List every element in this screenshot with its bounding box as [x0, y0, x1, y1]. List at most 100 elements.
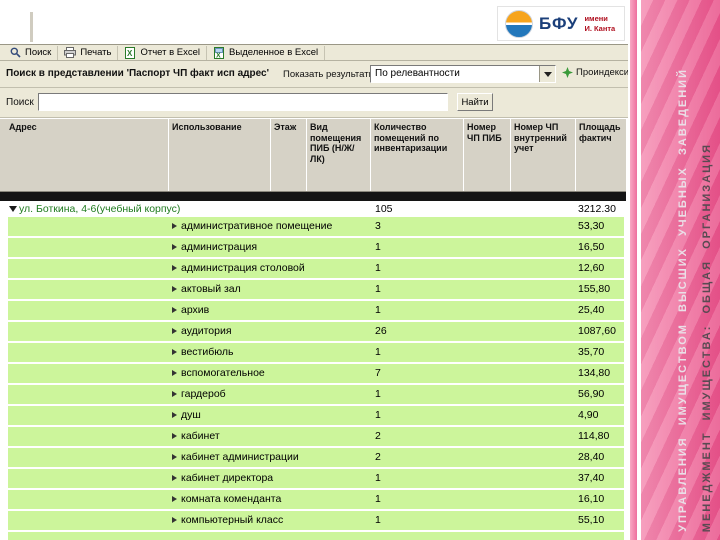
excel-selection-icon: X: [213, 46, 225, 59]
toolbar-search-button[interactable]: Поиск: [3, 45, 59, 60]
svg-text:X: X: [127, 49, 133, 58]
row-usage[interactable]: комната коменданта: [181, 490, 281, 509]
table-divider: [0, 192, 626, 201]
row-usage[interactable]: душ: [181, 406, 201, 425]
row-bullet-icon: [172, 391, 177, 397]
table-row[interactable]: вспомогательное 7 134,80: [8, 364, 624, 383]
toolbar-button-label: Выделенное в Excel: [229, 47, 319, 58]
collapse-icon[interactable]: [9, 206, 17, 212]
group-address[interactable]: ул. Боткина, 4-6(учебный корпус): [19, 201, 180, 217]
row-bullet-icon: [172, 349, 177, 355]
group-count: 105: [375, 203, 393, 215]
column-header-floor[interactable]: Этаж: [270, 119, 304, 191]
indexed-label: Проиндексиров: [576, 67, 628, 78]
row-usage[interactable]: административное помещение: [181, 217, 332, 236]
row-area: 114,80: [578, 430, 610, 442]
table-row[interactable]: гардероб 1 56,90: [8, 385, 624, 404]
row-usage[interactable]: вестибюль: [181, 343, 233, 362]
slide-sidebar: МЕНЕДЖМЕНТ ИМУЩЕСТВА: ОБЩАЯ ОРГАНИЗАЦИЯ …: [641, 0, 720, 540]
find-button[interactable]: Найти: [457, 93, 493, 111]
column-header-room-count[interactable]: Количество помещений по инвентаризации: [370, 119, 461, 191]
row-bullet-icon: [172, 307, 177, 313]
row-count: 1: [375, 262, 381, 274]
sort-dropdown[interactable]: По релевантности: [370, 65, 556, 83]
app-window: БФУ имени И. Канта Поиск Печать X Отчет …: [0, 0, 628, 540]
view-label: Поиск в представлении 'Паспорт ЧП факт и…: [6, 68, 269, 79]
search-panel: Поиск в представлении 'Паспорт ЧП факт и…: [0, 61, 628, 88]
table-row[interactable]: кабинет директора 1 37,40: [8, 469, 624, 488]
row-usage[interactable]: компьютерный класс: [181, 511, 283, 530]
row-bullet-icon: [172, 454, 177, 460]
row-usage[interactable]: администрация столовой: [181, 259, 305, 278]
table-row[interactable]: кабинет администрации 2 28,40: [8, 448, 624, 467]
row-area: 25,40: [578, 304, 605, 316]
column-header-usage[interactable]: Использование: [168, 119, 268, 191]
row-area: 53,30: [578, 220, 605, 232]
row-count: 3: [375, 220, 381, 232]
indexed-star-icon: [562, 67, 573, 78]
row-area: 28,40: [578, 451, 605, 463]
toolbar-print-button[interactable]: Печать: [58, 45, 119, 60]
row-area: 37,40: [578, 472, 605, 484]
chevron-down-icon[interactable]: [539, 66, 555, 82]
row-bullet-icon: [172, 517, 177, 523]
table-row[interactable]: административное помещение 3 53,30: [8, 217, 624, 236]
column-header-address[interactable]: Адрес: [6, 119, 166, 191]
table-row-partial[interactable]: [8, 532, 624, 540]
table-row[interactable]: архив 1 25,40: [8, 301, 624, 320]
row-area: 4,90: [578, 409, 599, 421]
row-count: 1: [375, 514, 381, 526]
column-header-area[interactable]: Площадь фактич: [575, 119, 625, 191]
column-header-pib-number[interactable]: Номер ЧП ПИБ: [463, 119, 508, 191]
table-row[interactable]: душ 1 4,90: [8, 406, 624, 425]
row-usage[interactable]: аудитория: [181, 322, 232, 341]
row-usage[interactable]: кабинет директора: [181, 469, 273, 488]
column-header-internal-number[interactable]: Номер ЧП внутренний учет: [510, 119, 573, 191]
table-body: административное помещение 3 53,30 админ…: [8, 217, 624, 532]
column-header-room-type[interactable]: Вид помещения ПИБ (Н/Ж/ЛК): [306, 119, 368, 191]
row-usage[interactable]: вспомогательное: [181, 364, 265, 383]
row-count: 2: [375, 451, 381, 463]
row-bullet-icon: [172, 328, 177, 334]
search-input[interactable]: [38, 93, 448, 111]
row-count: 1: [375, 472, 381, 484]
row-usage[interactable]: актовый зал: [181, 280, 241, 299]
table-row[interactable]: кабинет 2 114,80: [8, 427, 624, 446]
table-row[interactable]: вестибюль 1 35,70: [8, 343, 624, 362]
row-area: 155,80: [578, 283, 611, 295]
row-count: 1: [375, 409, 381, 421]
toolbar-excel-report-button[interactable]: X Отчет в Excel: [118, 45, 208, 60]
search-field-label: Поиск: [6, 97, 34, 108]
window-edge-decoration: [30, 12, 33, 42]
row-count: 2: [375, 430, 381, 442]
row-usage[interactable]: гардероб: [181, 385, 226, 404]
table-row[interactable]: администрация столовой 1 12,60: [8, 259, 624, 278]
table-header: Адрес Использование Этаж Вид помещения П…: [0, 118, 626, 192]
logo-abbr: БФУ: [539, 13, 579, 33]
row-usage[interactable]: кабинет: [181, 427, 220, 446]
table-row[interactable]: компьютерный класс 1 55,10: [8, 511, 624, 530]
table-row[interactable]: администрация 1 16,50: [8, 238, 624, 257]
triangle-glyph: [543, 71, 552, 77]
group-row[interactable]: ул. Боткина, 4-6(учебный корпус) 105 321…: [8, 201, 624, 217]
row-bullet-icon: [172, 475, 177, 481]
toolbar-excel-selection-button[interactable]: X Выделенное в Excel: [207, 45, 326, 60]
row-usage[interactable]: кабинет администрации: [181, 448, 299, 467]
row-area: 35,70: [578, 346, 605, 358]
table-row[interactable]: аудитория 26 1087,60: [8, 322, 624, 341]
toolbar-button-label: Поиск: [25, 47, 52, 58]
row-count: 1: [375, 283, 381, 295]
table-row[interactable]: комната коменданта 1 16,10: [8, 490, 624, 509]
toolbar-button-label: Отчет в Excel: [140, 47, 201, 58]
row-count: 1: [375, 346, 381, 358]
bfu-logo: БФУ имени И. Канта: [497, 6, 625, 41]
row-bullet-icon: [172, 496, 177, 502]
row-count: 1: [375, 388, 381, 400]
row-usage[interactable]: администрация: [181, 238, 257, 257]
sidebar-title-secondary: УПРАВЛЕНИЯ ИМУЩЕСТВОМ ВЫСШИХ УЧЕБНЫХ ЗАВ…: [677, 68, 689, 532]
excel-report-icon: X: [124, 46, 136, 59]
row-usage[interactable]: архив: [181, 301, 209, 320]
toolbar: Поиск Печать X Отчет в Excel X Выделенно…: [0, 44, 628, 61]
table-row[interactable]: актовый зал 1 155,80: [8, 280, 624, 299]
row-area: 55,10: [578, 514, 605, 526]
